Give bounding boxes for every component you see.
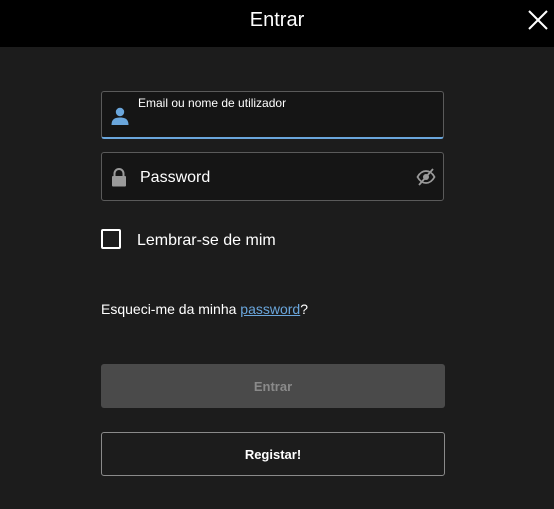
forgot-suffix: ? — [300, 301, 309, 317]
close-icon[interactable] — [527, 9, 549, 31]
eye-slash-icon[interactable] — [416, 167, 436, 187]
forgot-password-link[interactable]: password — [240, 301, 300, 317]
lock-icon — [112, 168, 126, 187]
login-button[interactable]: Entrar — [101, 364, 445, 408]
forgot-prefix: Esqueci-me da minha — [101, 301, 241, 317]
remember-me-label[interactable]: Lembrar-se de mim — [137, 232, 276, 250]
remember-me-checkbox[interactable] — [101, 229, 121, 249]
password-field[interactable] — [101, 152, 444, 201]
email-input[interactable] — [138, 114, 432, 136]
email-label: Email ou nome de utilizador — [138, 96, 287, 110]
modal-title: Entrar — [249, 9, 305, 31]
password-input[interactable] — [138, 167, 412, 189]
modal-header: Entrar — [0, 0, 554, 47]
forgot-password-text: Esqueci-me da minha password? — [101, 301, 308, 317]
register-button[interactable]: Registar! — [101, 432, 445, 476]
email-field[interactable]: Email ou nome de utilizador — [101, 91, 444, 139]
user-icon — [111, 107, 129, 125]
